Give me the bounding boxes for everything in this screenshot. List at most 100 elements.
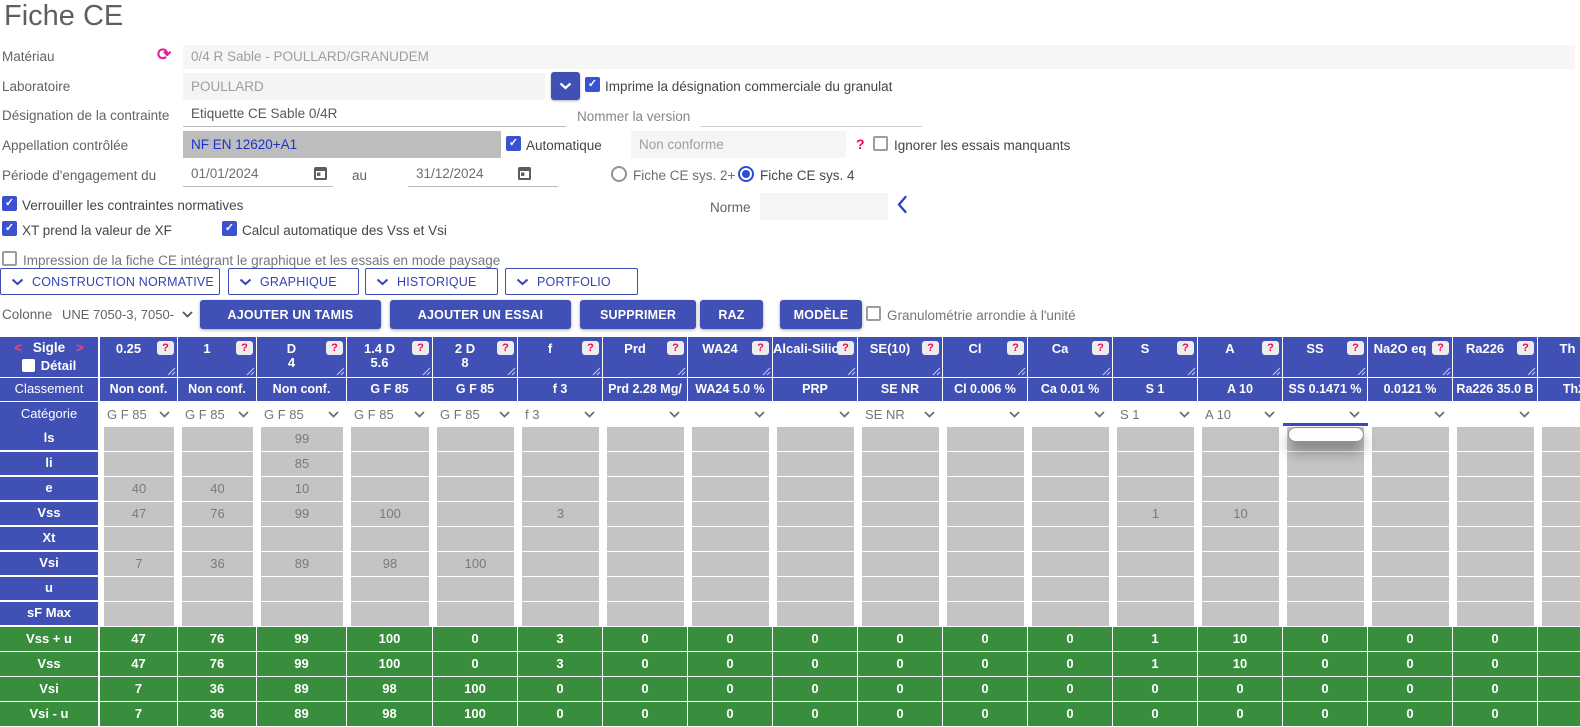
categorie-select[interactable]: f 3 [518,402,603,427]
grid-cell[interactable] [1117,602,1194,626]
ajouter-essai-button[interactable]: AJOUTER UN ESSAI [390,300,571,329]
categorie-select[interactable] [1453,402,1538,427]
grid-cell[interactable] [1542,552,1580,576]
column-header[interactable]: 1? [178,337,257,377]
column-header[interactable]: Na2O eq? [1368,337,1453,377]
grid-cell[interactable] [351,577,429,601]
column-help-button[interactable]: ? [582,341,599,355]
grid-cell[interactable] [1542,477,1580,501]
grid-cell[interactable] [947,577,1024,601]
grid-cell[interactable] [1457,452,1534,476]
grid-cell[interactable] [1542,502,1580,526]
column-help-button[interactable]: ? [326,341,343,355]
detail-checkbox[interactable] [22,359,35,372]
grid-cell[interactable] [947,477,1024,501]
grid-cell[interactable] [1117,527,1194,551]
grid-cell[interactable] [1117,427,1194,451]
column-resize-handle[interactable] [1527,367,1536,376]
xt-checkbox[interactable] [2,221,17,236]
grid-cell[interactable] [182,427,253,451]
grid-cell[interactable] [1032,577,1109,601]
column-resize-handle[interactable] [1357,367,1366,376]
section-construction-normative-button[interactable]: CONSTRUCTION NORMATIVE [0,268,220,295]
grid-cell[interactable] [522,477,599,501]
grid-cell[interactable] [947,602,1024,626]
grid-cell[interactable] [777,477,854,501]
grid-cell[interactable] [182,577,253,601]
column-resize-handle[interactable] [1102,367,1111,376]
grid-cell[interactable] [1457,527,1534,551]
grid-cell[interactable]: 40 [182,477,253,501]
column-resize-handle[interactable] [422,367,431,376]
column-help-button[interactable]: ? [1517,341,1534,355]
grid-cell[interactable] [862,552,939,576]
grid-cell[interactable] [1117,477,1194,501]
column-resize-handle[interactable] [336,367,345,376]
calendar-icon[interactable] [517,165,532,181]
column-help-button[interactable]: ? [922,341,939,355]
grid-cell[interactable] [351,477,429,501]
grid-cell[interactable] [437,427,514,451]
grid-cell[interactable] [437,577,514,601]
grid-cell[interactable]: 1 [1117,502,1194,526]
grid-cell[interactable] [777,602,854,626]
column-resize-handle[interactable] [1442,367,1451,376]
grid-cell[interactable] [1372,552,1449,576]
grid-cell[interactable] [1202,477,1279,501]
designation-input[interactable]: Etiquette CE Sable 0/4R [183,101,566,127]
sync-icon[interactable]: ⟳ [157,46,171,63]
grid-cell[interactable] [351,427,429,451]
impression-checkbox[interactable] [2,251,17,266]
grid-cell[interactable]: 100 [351,502,429,526]
grid-cell[interactable] [1287,452,1364,476]
column-header[interactable]: Ca? [1028,337,1113,377]
grid-cell[interactable]: 76 [182,502,253,526]
column-resize-handle[interactable] [592,367,601,376]
grid-cell[interactable] [351,452,429,476]
categorie-select[interactable]: G F 85 [347,402,433,427]
grid-cell[interactable] [1542,602,1580,626]
sys2-radio[interactable] [611,166,627,182]
grid-cell[interactable] [351,602,429,626]
grid-cell[interactable] [1372,427,1449,451]
collapse-chevron-icon[interactable] [896,195,908,214]
grid-cell[interactable] [607,602,684,626]
column-resize-handle[interactable] [762,367,771,376]
categorie-select[interactable] [603,402,688,427]
grid-cell[interactable] [1542,452,1580,476]
grid-cell[interactable] [261,527,343,551]
grid-cell[interactable] [607,427,684,451]
column-resize-handle[interactable] [246,367,255,376]
grid-cell[interactable] [437,452,514,476]
modele-button[interactable]: MODÈLE [780,300,862,329]
grid-cell[interactable]: 7 [104,552,174,576]
grid-cell[interactable] [947,527,1024,551]
column-header[interactable]: Ra226? [1453,337,1538,377]
grid-cell[interactable] [692,427,769,451]
column-resize-handle[interactable] [677,367,686,376]
grid-cell[interactable] [1457,427,1534,451]
grid-cell[interactable]: 47 [104,502,174,526]
colonne-select[interactable]: UNE 7050-3, 7050- [62,300,194,329]
grid-cell[interactable] [862,577,939,601]
grid-cell[interactable] [1202,577,1279,601]
grid-cell[interactable] [607,502,684,526]
grid-cell[interactable]: 10 [1202,502,1279,526]
grid-cell[interactable] [1287,477,1364,501]
column-resize-handle[interactable] [167,367,176,376]
laboratoire-dropdown-button[interactable] [551,72,580,100]
section-graphique-button[interactable]: GRAPHIQUE [228,268,359,295]
grid-cell[interactable] [182,452,253,476]
grid-cell[interactable] [1032,602,1109,626]
grid-cell[interactable] [1032,502,1109,526]
column-help-button[interactable]: ? [1262,341,1279,355]
column-header[interactable]: S? [1113,337,1198,377]
categorie-select[interactable] [688,402,773,427]
grid-cell[interactable] [1032,552,1109,576]
arrondie-checkbox[interactable] [866,306,881,321]
grid-cell[interactable] [182,602,253,626]
section-portfolio-button[interactable]: PORTFOLIO [505,268,638,295]
grid-cell[interactable] [777,577,854,601]
grid-cell[interactable] [947,427,1024,451]
supprimer-button[interactable]: SUPPRIMER [580,300,696,329]
